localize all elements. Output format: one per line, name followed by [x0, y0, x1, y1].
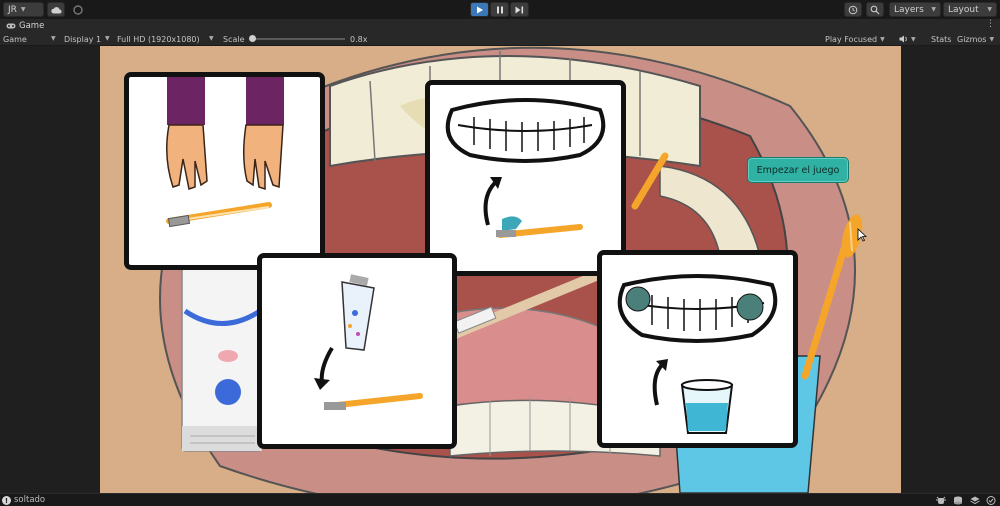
check-icon[interactable]: [986, 496, 996, 505]
layout-label: Layout: [948, 4, 979, 15]
chevron-down-icon: ▼: [911, 35, 916, 43]
scale-value: 0.8x: [350, 33, 367, 45]
card-brush-teeth[interactable]: [425, 80, 626, 276]
pause-icon: [496, 6, 503, 13]
chevron-down-icon: ▼: [51, 35, 56, 42]
play-focused-label: Play Focused: [825, 34, 878, 44]
account-label: JR: [8, 4, 17, 15]
game-mode-dropdown[interactable]: Game: [3, 33, 27, 45]
display-label: Display 1: [64, 34, 102, 44]
layout-dropdown[interactable]: Layout ▼: [943, 2, 997, 17]
search-icon: [870, 5, 880, 14]
chevron-down-icon: ▼: [209, 35, 214, 42]
play-button[interactable]: [470, 2, 489, 17]
game-view-controls: Game ▼ Display 1 ▼ Full HD (1920x1080) ▼…: [0, 32, 1000, 46]
history-button[interactable]: [844, 2, 862, 17]
account-dropdown[interactable]: JR ▼: [3, 2, 44, 17]
chevron-down-icon: ▼: [880, 35, 885, 43]
tab-game-label: Game: [19, 20, 45, 31]
gamepad-icon: [6, 23, 16, 28]
collab-icon: [72, 4, 83, 15]
chevron-down-icon: ▼: [105, 35, 110, 42]
resolution-dropdown[interactable]: Full HD (1920x1080): [117, 33, 200, 45]
scale-slider-track[interactable]: [251, 38, 345, 40]
search-button[interactable]: [866, 2, 884, 17]
toggle-menu[interactable]: ▼: [911, 33, 916, 45]
resolution-label: Full HD (1920x1080): [117, 34, 200, 44]
stats-button[interactable]: Stats: [931, 33, 951, 45]
hands-illustration: [166, 77, 284, 228]
gizmos-dropdown[interactable]: Gizmos ▼: [957, 33, 994, 45]
display-dropdown[interactable]: Display 1: [64, 33, 101, 45]
chevron-down-icon: ▼: [989, 35, 995, 43]
play-icon: [476, 6, 483, 13]
cloud-button[interactable]: [47, 2, 65, 17]
toothpaste-illustration: [314, 274, 423, 410]
pause-button[interactable]: [490, 2, 509, 17]
audio-toggle[interactable]: [899, 33, 908, 45]
rinse-illustration: [617, 274, 778, 434]
main-toolbar: JR ▼ Layers ▼ Layout ▼: [0, 0, 1000, 19]
info-icon: !: [2, 496, 11, 505]
start-game-button[interactable]: Empezar el juego: [747, 157, 849, 183]
stats-label: Stats: [931, 34, 952, 44]
brush-teeth-illustration: [445, 98, 606, 238]
tab-game[interactable]: Game: [0, 19, 50, 32]
layers-label: Layers: [894, 4, 924, 15]
history-icon: [848, 5, 858, 14]
chevron-down-icon: ▼: [20, 6, 26, 13]
game-mode-label: Game: [3, 34, 27, 44]
step-button[interactable]: [510, 2, 529, 17]
status-bar: ! soltado: [0, 493, 1000, 506]
card-rinse-mouth[interactable]: [597, 250, 798, 448]
collab-button[interactable]: [70, 2, 85, 17]
play-focused-dropdown[interactable]: Play Focused ▼: [825, 33, 885, 45]
audio-icon: [899, 35, 907, 43]
card-wash-hands[interactable]: [124, 72, 325, 270]
layers-icon[interactable]: [970, 496, 980, 505]
game-scene[interactable]: Empezar el juego: [100, 46, 901, 493]
window-tabbar: Game ⋮: [0, 19, 1000, 32]
bug-icon[interactable]: [936, 496, 946, 505]
scale-slider-handle[interactable]: [249, 35, 256, 42]
start-game-label: Empezar el juego: [756, 164, 840, 176]
cursor-icon: [857, 228, 867, 242]
chevron-down-icon: ▼: [931, 6, 936, 13]
layers-dropdown[interactable]: Layers ▼: [889, 2, 941, 17]
scale-label: Scale: [223, 33, 245, 45]
step-icon: [515, 6, 524, 13]
kebab-icon[interactable]: ⋮: [986, 19, 995, 29]
cloud-icon: [50, 6, 61, 13]
database-icon[interactable]: [953, 496, 963, 505]
scale-value-text: 0.8x: [350, 34, 368, 44]
card-apply-toothpaste[interactable]: [257, 253, 457, 449]
gizmos-label: Gizmos: [957, 34, 987, 44]
status-message: soltado: [14, 495, 46, 505]
playmode-controls: [470, 2, 529, 17]
chevron-down-icon: ▼: [987, 6, 992, 13]
scale-label-text: Scale: [223, 34, 245, 44]
